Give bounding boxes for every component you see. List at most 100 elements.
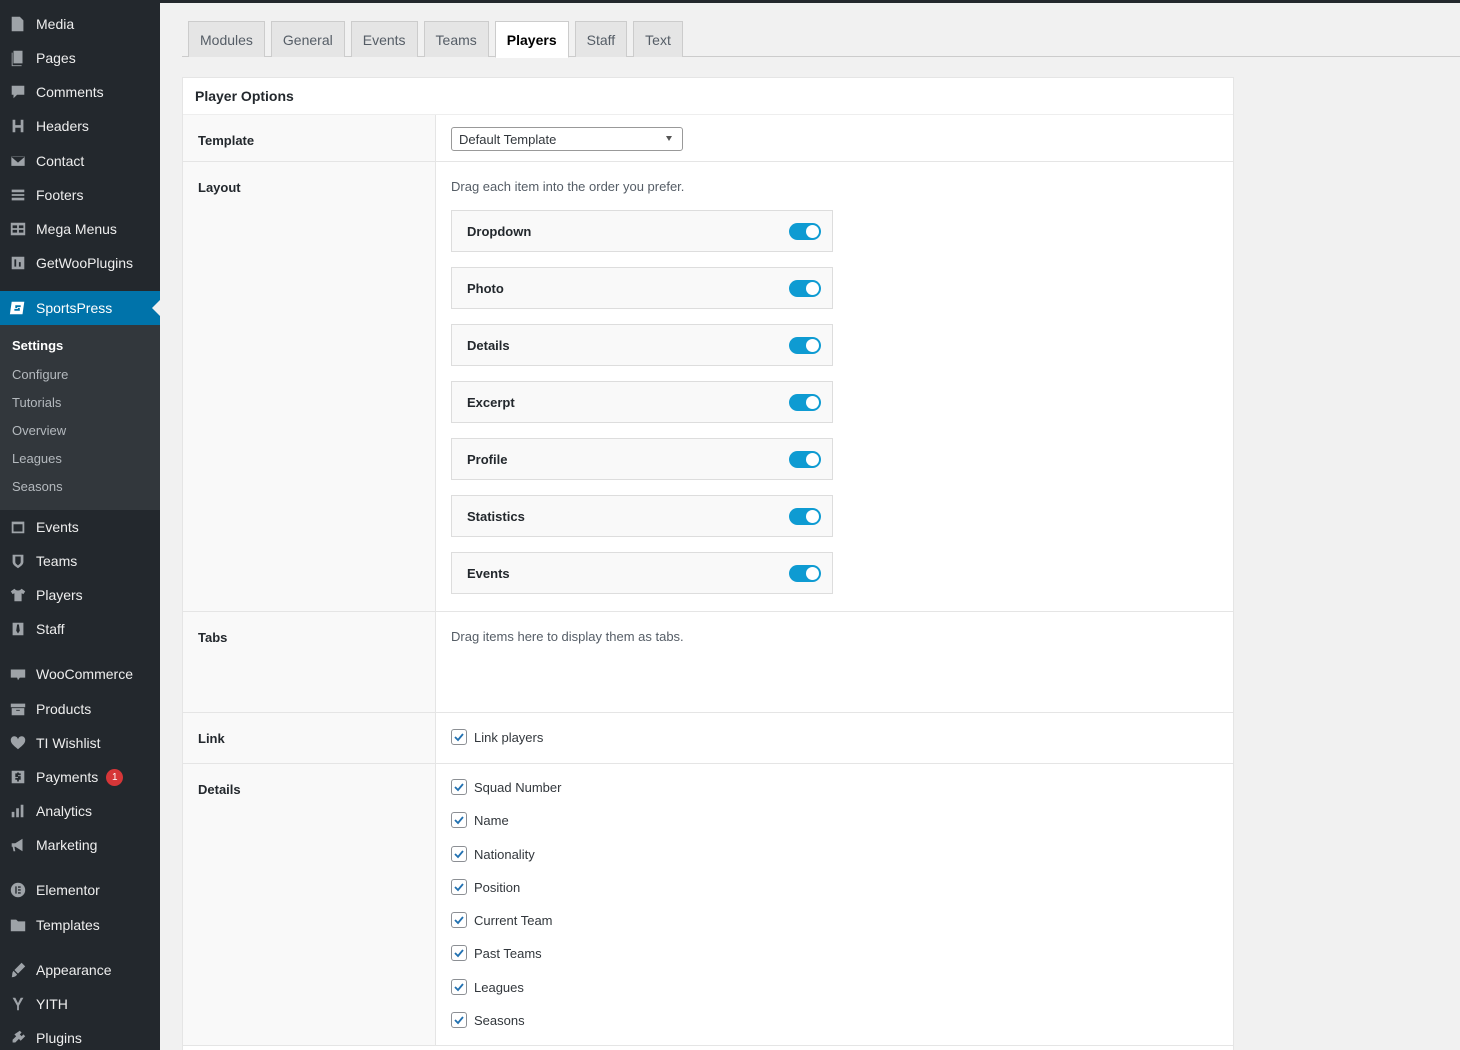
sidebar-item-marketing[interactable]: Marketing xyxy=(0,828,160,862)
details-option-squad-number[interactable]: Squad Number xyxy=(451,779,561,795)
layout-item-photo[interactable]: Photo xyxy=(451,267,833,309)
details-option-current-team[interactable]: Current Team xyxy=(451,912,553,928)
tabs-label: Tabs xyxy=(183,612,436,712)
megaphone-icon xyxy=(0,836,36,854)
comments-icon xyxy=(0,83,36,101)
settings-tabs: Modules General Events Teams Players Sta… xyxy=(188,21,689,58)
sidebar-item-headers[interactable]: Headers xyxy=(0,109,160,143)
checkbox[interactable] xyxy=(451,846,467,862)
sidebar-item-label: WooCommerce xyxy=(36,666,133,682)
checkmark-icon xyxy=(454,983,464,992)
sidebar-item-players[interactable]: Players xyxy=(0,578,160,612)
details-option-position[interactable]: Position xyxy=(451,879,520,895)
details-toggle[interactable] xyxy=(789,337,821,354)
layout-item-label: Photo xyxy=(467,280,504,296)
sidebar-item-comments[interactable]: Comments xyxy=(0,75,160,109)
sidebar-item-payments[interactable]: Payments 1 xyxy=(0,760,160,794)
sidebar-item-yith[interactable]: YITH xyxy=(0,987,160,1021)
tab-modules[interactable]: Modules xyxy=(188,21,265,57)
tabs-hint: Drag items here to display them as tabs. xyxy=(451,629,684,644)
plug-icon xyxy=(0,1029,36,1047)
sidebar-item-media[interactable]: Media xyxy=(0,7,160,41)
sidebar-item-appearance[interactable]: Appearance xyxy=(0,953,160,987)
sidebar-item-label: Marketing xyxy=(36,837,98,853)
sidebar-item-label: Events xyxy=(36,519,79,535)
submenu-settings[interactable]: Settings xyxy=(12,338,63,353)
checkbox[interactable] xyxy=(451,879,467,895)
checkbox[interactable] xyxy=(451,729,467,745)
layout-item-label: Excerpt xyxy=(467,394,515,410)
events-toggle[interactable] xyxy=(789,565,821,582)
checkmark-icon xyxy=(454,883,464,892)
layout-item-label: Dropdown xyxy=(467,223,532,239)
tab-players[interactable]: Players xyxy=(494,21,569,58)
link-row: Link Link players xyxy=(183,713,1233,764)
checkbox[interactable] xyxy=(451,1012,467,1028)
excerpt-toggle[interactable] xyxy=(789,394,821,411)
sidebar-item-elementor[interactable]: Elementor xyxy=(0,873,160,907)
photo-toggle[interactable] xyxy=(789,280,821,297)
sidebar-item-sportspress[interactable]: SportsPress xyxy=(0,291,160,325)
sidebar-item-staff[interactable]: Staff xyxy=(0,612,160,646)
details-option-past-teams[interactable]: Past Teams xyxy=(451,945,542,961)
tab-text[interactable]: Text xyxy=(633,21,683,57)
checkbox[interactable] xyxy=(451,812,467,828)
tabs-row: Tabs Drag items here to display them as … xyxy=(183,612,1233,713)
sidebar-item-templates[interactable]: Templates xyxy=(0,908,160,942)
sidebar-item-woocommerce[interactable]: WooCommerce xyxy=(0,657,160,691)
brush-icon xyxy=(0,961,36,979)
checkbox[interactable] xyxy=(451,912,467,928)
submenu-configure[interactable]: Configure xyxy=(12,367,68,382)
profile-toggle[interactable] xyxy=(789,451,821,468)
tab-staff[interactable]: Staff xyxy=(574,21,628,57)
details-option-nationality[interactable]: Nationality xyxy=(451,846,535,862)
submenu-leagues[interactable]: Leagues xyxy=(12,451,62,466)
tab-events[interactable]: Events xyxy=(350,21,418,57)
sidebar-item-ti-wishlist[interactable]: TI Wishlist xyxy=(0,726,160,760)
layout-item-excerpt[interactable]: Excerpt xyxy=(451,381,833,423)
footers-icon xyxy=(0,186,36,204)
layout-item-statistics[interactable]: Statistics xyxy=(451,495,833,537)
submenu-tutorials[interactable]: Tutorials xyxy=(12,395,61,410)
submenu-overview[interactable]: Overview xyxy=(12,423,66,438)
details-option-seasons[interactable]: Seasons xyxy=(451,1012,525,1028)
sidebar-item-products[interactable]: Products xyxy=(0,692,160,726)
tab-teams[interactable]: Teams xyxy=(423,21,489,57)
submenu-seasons[interactable]: Seasons xyxy=(12,479,63,494)
template-row: Template Default Template xyxy=(183,115,1233,162)
sidebar-item-label: Plugins xyxy=(36,1030,82,1046)
sidebar-item-getwooplugins[interactable]: GetWooPlugins xyxy=(0,246,160,280)
sidebar-item-label: Headers xyxy=(36,118,89,134)
link-players-checkbox[interactable]: Link players xyxy=(451,729,543,745)
shirt-icon xyxy=(0,586,36,604)
layout-item-profile[interactable]: Profile xyxy=(451,438,833,480)
table-icon xyxy=(0,220,36,238)
checkbox[interactable] xyxy=(451,979,467,995)
statistics-toggle[interactable] xyxy=(789,508,821,525)
sidebar-item-events[interactable]: Events xyxy=(0,510,160,544)
sidebar-item-footers[interactable]: Footers xyxy=(0,178,160,212)
sidebar-item-plugins[interactable]: Plugins xyxy=(0,1021,160,1050)
checkbox[interactable] xyxy=(451,945,467,961)
dropdown-toggle[interactable] xyxy=(789,223,821,240)
checkmark-icon xyxy=(454,783,464,792)
pages-icon xyxy=(0,49,36,67)
sidebar-item-pages[interactable]: Pages xyxy=(0,41,160,75)
layout-item-details[interactable]: Details xyxy=(451,324,833,366)
checkbox[interactable] xyxy=(451,779,467,795)
sidebar-item-teams[interactable]: Teams xyxy=(0,544,160,578)
sidebar-item-analytics[interactable]: Analytics xyxy=(0,794,160,828)
tab-general[interactable]: General xyxy=(270,21,345,57)
layout-item-dropdown[interactable]: Dropdown xyxy=(451,210,833,252)
layout-item-events[interactable]: Events xyxy=(451,552,833,594)
payments-count-badge: 1 xyxy=(106,768,124,786)
details-option-name[interactable]: Name xyxy=(451,812,509,828)
layout-hint: Drag each item into the order you prefer… xyxy=(451,179,685,194)
link-label: Link xyxy=(183,713,436,763)
details-option-leagues[interactable]: Leagues xyxy=(451,979,524,995)
template-select[interactable]: Default Template xyxy=(451,127,683,151)
sidebar-item-mega-menus[interactable]: Mega Menus xyxy=(0,212,160,246)
sidebar-item-contact[interactable]: Contact xyxy=(0,144,160,178)
elementor-icon xyxy=(0,881,36,899)
sidebar-item-label: Templates xyxy=(36,917,100,933)
